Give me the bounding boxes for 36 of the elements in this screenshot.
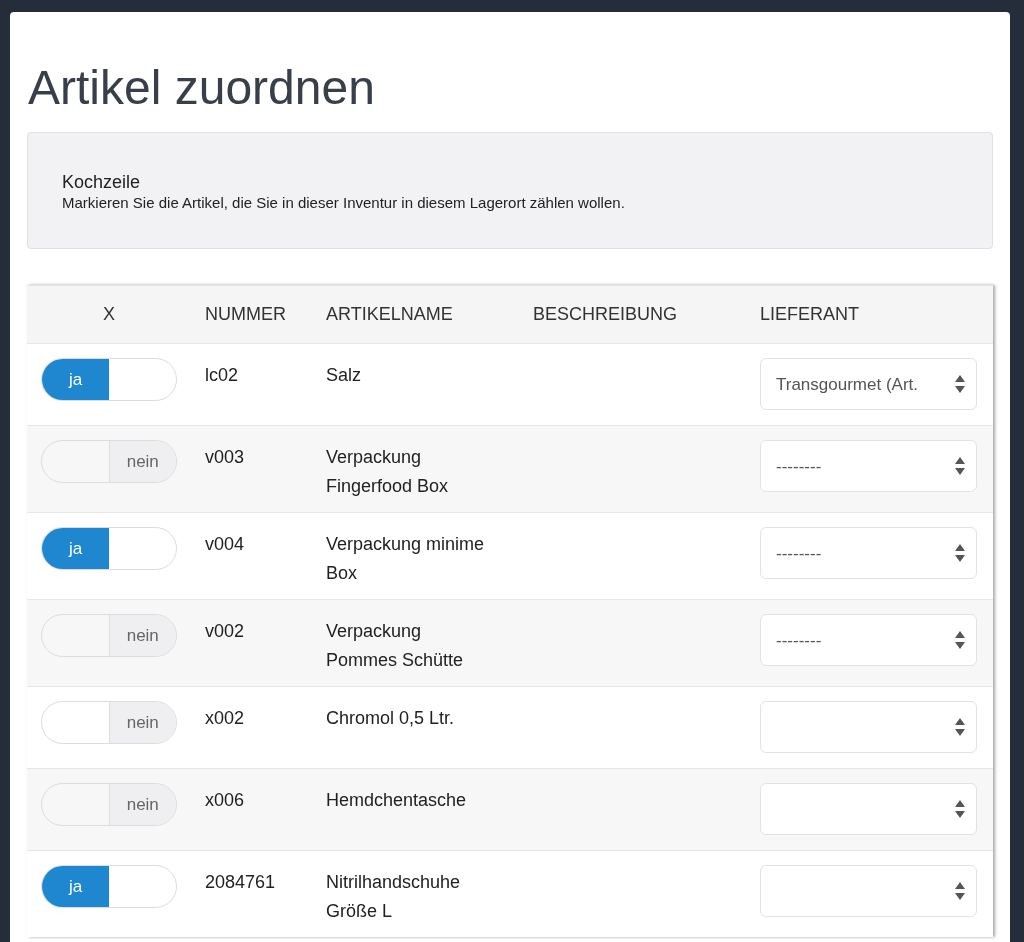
updown-arrows-icon xyxy=(954,630,966,650)
article-name-cell-text: Nitrilhandschuhe Größe L xyxy=(326,871,462,923)
column-header: NUMMER xyxy=(205,304,287,325)
updown-arrows-icon xyxy=(954,881,966,901)
info-heading: Kochzeile xyxy=(62,171,142,193)
column-header: LIEFERANT xyxy=(760,304,861,325)
column-header: ARTIKELNAME xyxy=(326,304,454,325)
supplier-select[interactable]: -------- xyxy=(760,440,977,492)
article-name-cell-text: Verpackung Fingerfood Box xyxy=(326,446,450,498)
number-cell-text: x006 xyxy=(205,789,246,812)
updown-arrows-icon xyxy=(954,717,966,737)
page-title: Artikel zuordnen xyxy=(28,60,376,116)
column-header: X xyxy=(102,304,116,325)
info-text: Markieren Sie die Artikel, die Sie in dieser Inventur in diesem Lagerort zählen wollen. xyxy=(62,193,626,213)
supplier-select[interactable] xyxy=(760,783,977,835)
updown-arrows-icon xyxy=(954,456,966,476)
column-header: BESCHREIBUNG xyxy=(533,304,679,325)
number-cell-text: v004 xyxy=(205,533,246,556)
supplier-select[interactable] xyxy=(760,701,977,753)
updown-arrows-icon xyxy=(954,543,966,563)
article-name-cell-text: Chromol 0,5 Ltr. xyxy=(326,707,456,730)
article-name-cell-text: Salz xyxy=(326,364,362,387)
updown-arrows-icon xyxy=(954,374,966,394)
number-cell-text: lc02 xyxy=(205,364,240,387)
article-name-cell-text: Verpackung Pommes Schütte xyxy=(326,620,465,672)
number-cell-text: v003 xyxy=(205,446,246,469)
supplier-select[interactable]: -------- xyxy=(760,527,977,579)
supplier-select[interactable]: Transgourmet (Art. xyxy=(760,358,977,410)
number-cell-text: 2084761 xyxy=(205,871,277,894)
supplier-select[interactable] xyxy=(760,865,977,917)
article-name-cell-text: Verpackung minime Box xyxy=(326,533,486,585)
article-name-cell-text: Hemdchentasche xyxy=(326,789,468,812)
number-cell-text: x002 xyxy=(205,707,246,730)
number-cell-text: v002 xyxy=(205,620,246,643)
supplier-select[interactable]: -------- xyxy=(760,614,977,666)
updown-arrows-icon xyxy=(954,799,966,819)
